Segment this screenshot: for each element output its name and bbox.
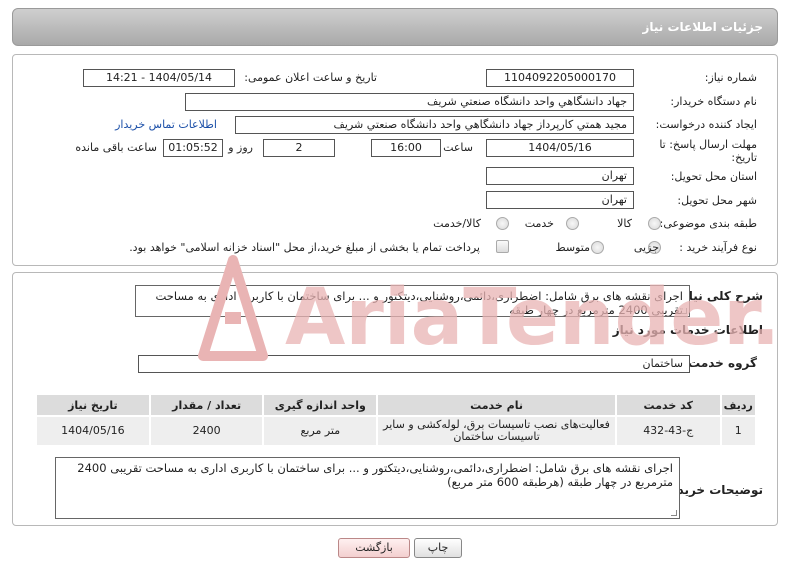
cell-service-name: فعالیت‌های نصب تاسیسات برق، لوله‌کشی و س… [376, 415, 617, 447]
cell-quantity: 2400 [148, 415, 265, 447]
category-radio-goods[interactable] [648, 217, 661, 230]
deadline-date-field: 1404/05/16 [486, 139, 634, 157]
resize-handle-icon[interactable] [671, 510, 677, 516]
col-quantity: تعداد / مقدار [148, 393, 265, 417]
category-radio-goods-service[interactable] [496, 217, 509, 230]
summary-text: اجرای نقشه های برق شامل: اضطراری،دائمی،ر… [155, 289, 684, 317]
category-option-goods: کالا [617, 217, 632, 230]
service-group-label: گروه خدمت: [683, 356, 757, 370]
table-header-row: ردیف کد خدمت نام خدمت واحد اندازه گیری ت… [35, 393, 758, 417]
category-option-goods-service: کالا/خدمت [433, 217, 481, 230]
payment-note: پرداخت تمام یا بخشی از مبلغ خرید،از محل … [129, 241, 480, 254]
announce-label: تاریخ و ساعت اعلان عمومی: [244, 71, 377, 84]
province-label: استان محل تحویل: [670, 170, 757, 183]
province-field: تهران [486, 167, 634, 185]
creator-field: مجيد همتي كارپرداز جهاد دانشگاهي واحد دا… [235, 116, 634, 134]
process-option-minor: جزیی [633, 241, 659, 254]
process-option-medium: متوسط [555, 241, 590, 254]
cell-row-number: 1 [719, 415, 758, 447]
services-panel: شرح کلی نیاز: اجرای نقشه های برق شامل: ا… [12, 272, 778, 526]
resize-handle-icon[interactable] [681, 308, 687, 314]
category-label: طبقه بندی موضوعی: [659, 217, 757, 230]
page-header: جزئیات اطلاعات نیاز [12, 8, 778, 46]
category-option-service: خدمت [524, 217, 554, 230]
treasury-payment-checkbox[interactable] [496, 240, 509, 253]
announce-field: 1404/05/14 - 14:21 [83, 69, 235, 87]
process-label: نوع فرآیند خرید : [679, 241, 757, 254]
col-service-code: کد خدمت [614, 393, 722, 417]
need-info-panel: شماره نیاز: 1104092205000170 تاریخ و ساع… [12, 54, 778, 266]
remaining-label: ساعت باقی مانده [75, 141, 157, 154]
cell-service-code: ج-43-432 [614, 415, 722, 447]
print-button[interactable]: چاپ [414, 538, 462, 558]
city-field: تهران [486, 191, 634, 209]
time-label: ساعت [443, 141, 473, 154]
buyer-notes-textarea[interactable]: اجرای نقشه های برق شامل: اضطراری،دائمی،ر… [55, 457, 680, 519]
col-need-date: تاریخ نیاز [35, 393, 151, 417]
col-service-name: نام خدمت [376, 393, 617, 417]
table-row: 1 ج-43-432 فعالیت‌های نصب تاسیسات برق، ل… [35, 415, 758, 447]
services-section-title: اطلاعات خدمات مورد نیاز [612, 323, 763, 337]
days-field: 2 [263, 139, 335, 157]
process-radio-medium[interactable] [591, 241, 604, 254]
deadline-time-field: 16:00 [371, 139, 441, 157]
back-button[interactable]: بازگشت [338, 538, 410, 558]
city-label: شهر محل تحویل: [677, 194, 757, 207]
cell-unit: متر مربع [262, 415, 379, 447]
col-row-number: ردیف [719, 393, 758, 417]
buyer-contact-link[interactable]: اطلاعات تماس خریدار [115, 118, 217, 131]
cell-need-date: 1404/05/16 [35, 415, 151, 447]
page-title: جزئیات اطلاعات نیاز [642, 20, 763, 34]
buyer-org-label: نام دستگاه خریدار: [670, 95, 757, 108]
days-label: روز و [228, 141, 253, 154]
creator-label: ایجاد کننده درخواست: [655, 118, 757, 131]
summary-textarea[interactable]: اجرای نقشه های برق شامل: اضطراری،دائمی،ر… [135, 285, 690, 317]
need-number-label: شماره نیاز: [704, 71, 757, 84]
buyer-org-field: جهاد دانشگاهي واحد دانشگاه صنعتي شريف [185, 93, 634, 111]
col-unit: واحد اندازه گیری [262, 393, 379, 417]
deadline-label: مهلت ارسال پاسخ: تا تاریخ: [659, 138, 757, 164]
remaining-time-field: 01:05:52 [163, 139, 223, 157]
category-radio-service[interactable] [566, 217, 579, 230]
services-table: ردیف کد خدمت نام خدمت واحد اندازه گیری ت… [35, 393, 758, 447]
service-group-field: ساختمان [138, 355, 690, 373]
need-number-field: 1104092205000170 [486, 69, 634, 87]
buyer-notes-text: اجرای نقشه های برق شامل: اضطراری،دائمی،ر… [77, 461, 673, 489]
